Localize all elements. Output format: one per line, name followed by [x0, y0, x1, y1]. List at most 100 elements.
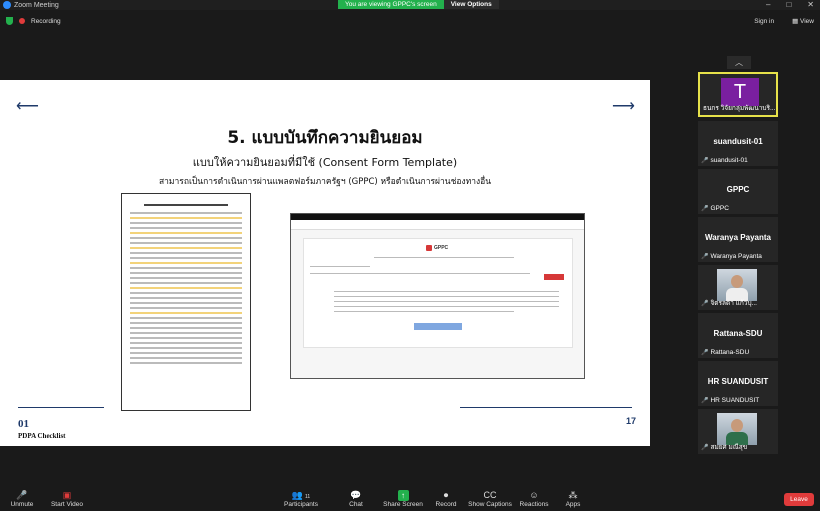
chat-button[interactable]: 💬 Chat: [334, 490, 378, 508]
participant-name: HR SUANDUSIT: [710, 397, 760, 404]
participant-tile[interactable]: Rattana-SDU 🎤 Rattana-SDU: [698, 313, 778, 358]
participant-tile[interactable]: GPPC 🎤 GPPC: [698, 169, 778, 214]
participant-name: Rattana-SDU: [710, 349, 750, 356]
meeting-toolbar: 🎤 Unmute ▣ Start Video 👥 11 Participants …: [0, 488, 820, 511]
participant-tile[interactable]: suandusit-01 🎤 suandusit-01: [698, 121, 778, 166]
participant-display-name: Rattana-SDU: [713, 329, 763, 338]
security-shield-icon[interactable]: [6, 17, 13, 25]
participant-display-name: Waranya Payanta: [705, 233, 771, 242]
unmute-button[interactable]: 🎤 Unmute: [0, 490, 44, 508]
apps-button[interactable]: ⁂ Apps: [551, 490, 595, 508]
leave-button[interactable]: Leave: [784, 493, 814, 506]
captions-icon: CC: [483, 490, 497, 500]
gppc-logo-text: GPPC: [434, 245, 449, 251]
top-right-controls: Sign in ▦ View: [754, 17, 814, 26]
participant-tile[interactable]: Waranya Payanta 🎤 Waranya Payanta: [698, 217, 778, 262]
apps-label: Apps: [565, 501, 581, 508]
share-screen-icon: ↑: [397, 490, 409, 501]
meeting-top-row: Recording Sign in ▦ View: [0, 14, 820, 30]
gallery-scroll-up-button[interactable]: ︿: [727, 56, 751, 69]
zoom-logo-icon: [3, 1, 11, 9]
footer-rule-left: [18, 407, 104, 408]
record-icon: ⏺: [443, 490, 449, 500]
web-consent-card: GPPC: [303, 238, 573, 348]
footer-text: PDPA Checklist: [18, 432, 66, 440]
participant-tile[interactable]: 🎤 สมยศ มณีสุข: [698, 409, 778, 454]
view-label: View: [800, 18, 814, 25]
participant-name: จิตรลดา แก้วบุ...: [710, 300, 757, 307]
participant-display-name: GPPC: [726, 185, 750, 194]
window-controls: – □ ✕: [766, 0, 814, 9]
minimize-button[interactable]: –: [766, 0, 770, 9]
apps-icon: ⁂: [568, 490, 578, 500]
mic-muted-icon: 🎤: [701, 158, 709, 164]
participants-count: 11: [305, 494, 311, 500]
participant-video: [717, 413, 757, 445]
chat-label: Chat: [349, 501, 363, 508]
reactions-icon: ☺: [529, 490, 539, 500]
gppc-web-screenshot: GPPC: [290, 213, 585, 379]
participant-name: suandusit-01: [710, 157, 748, 164]
title-bar: Zoom Meeting You are viewing GPPC's scre…: [0, 0, 820, 10]
sign-in-link[interactable]: Sign in: [754, 18, 774, 25]
web-red-button: [544, 274, 564, 280]
app-title: Zoom Meeting: [3, 1, 59, 9]
share-screen-label: Share Screen: [383, 501, 423, 508]
record-button[interactable]: ⏺ Record: [424, 490, 468, 508]
recording-indicator: Recording: [6, 17, 61, 25]
record-label: Record: [435, 501, 457, 508]
view-button[interactable]: ▦ View: [792, 17, 814, 25]
recording-dot-icon: [19, 18, 25, 24]
participant-name: สมยศ มณีสุข: [710, 444, 748, 451]
mic-muted-icon: 🎤: [701, 444, 709, 451]
gppc-logo: GPPC: [426, 245, 448, 251]
show-captions-button[interactable]: CC Show Captions: [468, 490, 512, 508]
mic-muted-icon: 🎤: [701, 350, 709, 356]
reactions-button[interactable]: ☺ Reactions: [512, 490, 556, 508]
consent-form-document-image: [121, 193, 251, 411]
mic-muted-icon: 🎤: [701, 398, 709, 404]
mic-off-icon: 🎤: [16, 490, 28, 500]
participant-name: ธนกร วิจัยกลุ่มพัฒนาบริ...: [703, 105, 776, 112]
arrow-left-icon: ⟵: [16, 98, 39, 115]
avatar: T: [721, 78, 759, 106]
start-video-button[interactable]: ▣ Start Video: [45, 490, 89, 508]
gppc-logo-icon: [426, 245, 432, 251]
participant-video: [717, 269, 757, 301]
participant-display-name: suandusit-01: [713, 137, 763, 146]
window-title: Zoom Meeting: [14, 1, 59, 9]
unmute-label: Unmute: [10, 501, 34, 508]
web-blue-button: [414, 323, 462, 330]
viewing-label: You are viewing GPPC's screen: [338, 0, 444, 9]
mic-muted-icon: 🎤: [701, 206, 709, 212]
view-options-button[interactable]: View Options: [443, 0, 499, 9]
participant-tile[interactable]: T ธนกร วิจัยกลุ่มพัฒนาบริ...: [698, 72, 778, 117]
share-screen-button[interactable]: ↑ Share Screen: [381, 490, 425, 508]
page-number: 17: [626, 416, 637, 426]
mic-muted-icon: 🎤: [701, 254, 709, 260]
shared-screen-slide: ⟵ ⟶ 5. แบบบันทึกความยินยอม แบบให้ความยิน…: [0, 80, 650, 446]
grid-view-icon: ▦: [792, 18, 801, 25]
participant-display-name: HR SUANDUSIT: [707, 377, 769, 386]
chat-icon: 💬: [350, 490, 362, 500]
participant-tile[interactable]: 🎤 จิตรลดา แก้วบุ...: [698, 265, 778, 310]
footer-number: 01: [18, 418, 29, 430]
participant-name: Waranya Payanta: [710, 253, 762, 260]
participant-name: GPPC: [710, 205, 729, 212]
participants-icon: 👥 11: [291, 490, 311, 500]
arrow-right-icon: ⟶: [612, 98, 635, 115]
close-button[interactable]: ✕: [807, 0, 814, 9]
reactions-label: Reactions: [519, 501, 549, 508]
slide-subtitle: แบบให้ความยินยอมที่มีใช้ (Consent Form T…: [192, 156, 458, 169]
start-video-label: Start Video: [50, 501, 84, 508]
footer-rule-right: [460, 407, 632, 408]
participants-label: Participants: [284, 501, 318, 508]
show-captions-label: Show Captions: [468, 501, 512, 508]
mic-muted-icon: 🎤: [701, 300, 709, 307]
viewing-banner: You are viewing GPPC's screen View Optio…: [338, 0, 499, 9]
maximize-button[interactable]: □: [786, 0, 791, 9]
participants-button[interactable]: 👥 11 Participants: [279, 490, 323, 508]
recording-label: Recording: [31, 17, 61, 25]
participant-tile[interactable]: HR SUANDUSIT 🎤 HR SUANDUSIT: [698, 361, 778, 406]
slide-title: 5. แบบบันทึกความยินยอม: [227, 128, 423, 148]
